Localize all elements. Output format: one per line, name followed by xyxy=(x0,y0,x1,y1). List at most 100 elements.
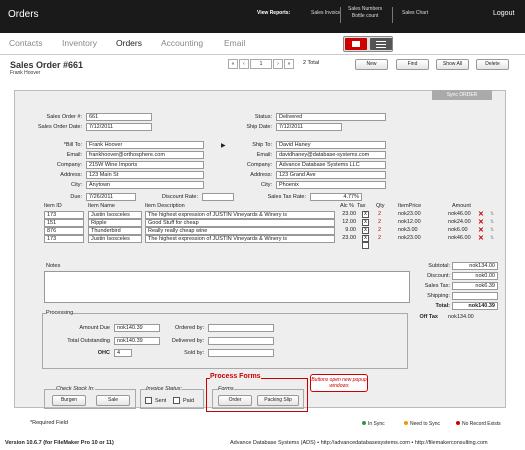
item-alc[interactable]: 9.00 xyxy=(340,227,356,233)
bill-address-field[interactable]: 123 Main St xyxy=(86,171,204,179)
delete-row-icon[interactable]: ✕ xyxy=(478,210,484,218)
item-desc[interactable]: Good Stuff for cheap xyxy=(145,219,335,227)
sales-tax-field: nok6.39 xyxy=(452,282,498,290)
ship-date-label: Ship Date: xyxy=(246,124,272,130)
item-desc[interactable]: The highest expression of JUSTIN Vineyar… xyxy=(145,211,335,219)
item-price[interactable]: nok23.00 xyxy=(398,235,421,241)
reorder-row-icon[interactable]: ⇅ xyxy=(490,227,494,233)
green-dot-icon xyxy=(362,421,366,425)
order-number-field[interactable]: 661 xyxy=(86,113,152,121)
item-alc[interactable]: 23.00 xyxy=(340,211,356,217)
item-tax-checkbox[interactable]: x xyxy=(362,227,369,234)
notes-field[interactable] xyxy=(44,271,410,303)
item-price[interactable]: nok12.00 xyxy=(398,219,421,225)
tax-rate-field[interactable]: 4.77% xyxy=(310,193,362,201)
off-tax-label: Off Tax xyxy=(419,314,438,320)
item-name[interactable]: Justin Isosceles xyxy=(88,235,142,243)
ohc-field[interactable]: 4 xyxy=(114,349,132,357)
reorder-row-icon[interactable]: ⇅ xyxy=(490,235,494,241)
nav-contacts[interactable]: Contacts xyxy=(9,38,43,48)
item-id[interactable]: 173 xyxy=(44,235,84,243)
order-form-button[interactable]: Order xyxy=(218,395,252,406)
item-price[interactable]: nok3.00 xyxy=(398,227,418,233)
packing-slip-button[interactable]: Packing Slip xyxy=(257,395,299,406)
ship-address-field[interactable]: 123 Grand Ave xyxy=(276,171,386,179)
sent-checkbox[interactable] xyxy=(145,397,152,404)
sales-numbers-line2: Bottle count xyxy=(351,13,379,19)
in-sync-legend: In Sync xyxy=(362,421,385,427)
show-all-button[interactable]: Show All xyxy=(436,59,469,70)
list-view-icon xyxy=(376,41,386,42)
col-item-desc: Item Description xyxy=(145,203,185,209)
reorder-row-icon[interactable]: ⇅ xyxy=(490,219,494,225)
bill-company-field[interactable]: 215W Wine Imports xyxy=(86,161,204,169)
item-desc[interactable]: Really really cheap wine xyxy=(145,227,335,235)
item-tax-checkbox[interactable]: x xyxy=(362,219,369,226)
item-name[interactable]: Ripple xyxy=(88,219,142,227)
delete-row-icon[interactable]: ✕ xyxy=(478,226,484,234)
shipping-field[interactable] xyxy=(452,292,498,300)
sales-tax-label: Sales Tax: xyxy=(424,283,450,289)
sales-numbers-link[interactable]: Sales Numbers Bottle count xyxy=(348,6,382,20)
status-select[interactable]: Delivered xyxy=(276,113,386,121)
sales-invoice-link[interactable]: Sales Invoice xyxy=(311,10,341,16)
item-qty[interactable]: 2 xyxy=(378,211,381,217)
ordered-by-field[interactable] xyxy=(208,324,274,332)
col-item-name: Item Name xyxy=(88,203,115,209)
next-record-button[interactable]: › xyxy=(273,59,283,69)
list-view-button[interactable] xyxy=(370,38,392,50)
item-price[interactable]: nok23.00 xyxy=(398,211,421,217)
reorder-row-icon[interactable]: ⇅ xyxy=(490,211,494,217)
new-row-tax-checkbox[interactable] xyxy=(362,242,369,249)
nav-orders[interactable]: Orders xyxy=(116,38,142,48)
item-tax-checkbox[interactable]: x xyxy=(362,235,369,242)
last-record-button[interactable]: » xyxy=(284,59,294,69)
sold-by-field[interactable] xyxy=(208,349,274,357)
new-button[interactable]: New xyxy=(355,59,388,70)
order-date-field[interactable]: 7/12/2011 xyxy=(86,123,152,131)
customer-name: Frank Hoover xyxy=(10,70,41,76)
item-id[interactable]: 173 xyxy=(44,211,84,219)
ship-company-field[interactable]: Advance Database Systems LLC xyxy=(276,161,386,169)
nav-email[interactable]: Email xyxy=(224,38,245,48)
prev-record-button[interactable]: ‹ xyxy=(239,59,249,69)
nav-accounting[interactable]: Accounting xyxy=(161,38,203,48)
ship-city-field[interactable]: Phoenix xyxy=(276,181,386,189)
bill-city-field[interactable]: Anytown xyxy=(86,181,204,189)
sync-order-button[interactable]: Sync ORDER xyxy=(432,90,492,100)
record-number-field[interactable]: 1 xyxy=(250,59,272,69)
item-qty[interactable]: 2 xyxy=(378,227,381,233)
list-view-icon xyxy=(376,44,386,45)
bill-email-field[interactable]: frankhoover@orthosphere.com xyxy=(86,151,204,159)
item-name[interactable]: Thunderbird xyxy=(88,227,142,235)
item-id[interactable]: 876 xyxy=(44,227,84,235)
delivered-by-field[interactable] xyxy=(208,337,274,345)
delete-row-icon[interactable]: ✕ xyxy=(478,234,484,242)
due-field[interactable]: 7/26/2011 xyxy=(86,193,136,201)
item-id[interactable]: 151 xyxy=(44,219,84,227)
form-view-button[interactable] xyxy=(345,38,367,50)
item-alc[interactable]: 23.00 xyxy=(340,235,356,241)
item-desc[interactable]: The highest expression of JUSTIN Vineyar… xyxy=(145,235,335,243)
item-qty[interactable]: 2 xyxy=(378,235,381,241)
nav-inventory[interactable]: Inventory xyxy=(62,38,97,48)
delete-button[interactable]: Delete xyxy=(476,59,509,70)
delete-row-icon[interactable]: ✕ xyxy=(478,218,484,226)
logout-link[interactable]: Logout xyxy=(493,10,514,17)
order-date-label: Sales Order Date: xyxy=(37,124,82,130)
find-button[interactable]: Find xyxy=(396,59,429,70)
paid-checkbox[interactable] xyxy=(173,397,180,404)
item-name[interactable]: Justin Isosceles xyxy=(88,211,142,219)
item-alc[interactable]: 12.00 xyxy=(340,219,356,225)
item-tax-checkbox[interactable]: x xyxy=(362,211,369,218)
ship-name-field[interactable]: David Haney xyxy=(276,141,386,149)
ship-date-field[interactable]: 7/12/2011 xyxy=(276,123,342,131)
item-qty[interactable]: 2 xyxy=(378,219,381,225)
sales-chart-link[interactable]: Sales Chart xyxy=(402,10,428,16)
burgen-button[interactable]: Burgen xyxy=(52,395,86,406)
ship-email-field[interactable]: davidhaney@database-systems.com xyxy=(276,151,386,159)
bill-name-field[interactable]: Frank Hoover xyxy=(86,141,204,149)
first-record-button[interactable]: « xyxy=(228,59,238,69)
sale-button[interactable]: Sale xyxy=(96,395,130,406)
discount-rate-field[interactable] xyxy=(202,193,234,201)
